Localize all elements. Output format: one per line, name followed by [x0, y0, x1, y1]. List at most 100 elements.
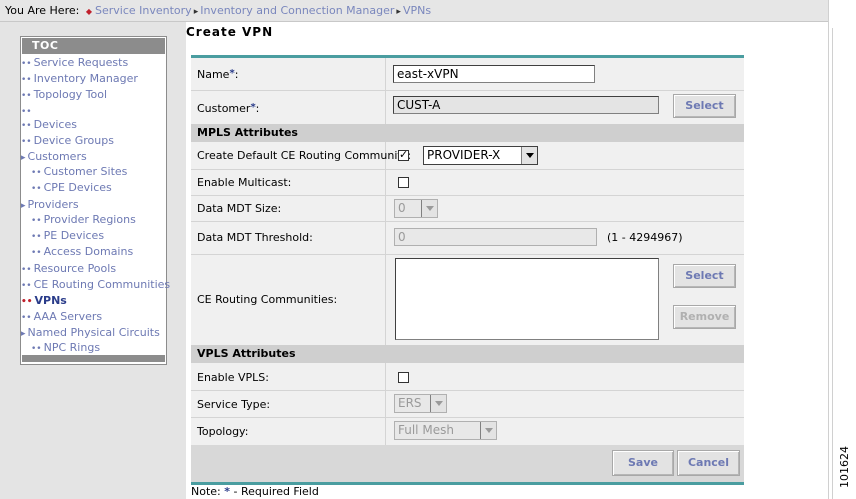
- breadcrumb-prefix: You Are Here:: [5, 4, 80, 17]
- breadcrumb-link-service-inventory[interactable]: Service Inventory: [95, 4, 192, 17]
- name-label: Name*:: [197, 68, 239, 81]
- toc-item-label: CPE Devices: [43, 181, 112, 194]
- toc-item-resource-pools[interactable]: •• Resource Pools: [21, 262, 116, 275]
- toc-item-vpns[interactable]: •• VPNs: [21, 294, 67, 307]
- ce-remove-button: Remove: [673, 305, 736, 329]
- toc-item-pe-devices[interactable]: •• PE Devices: [31, 229, 104, 242]
- service-type-value: ERS: [398, 396, 422, 410]
- bullet-icon: ••: [21, 313, 32, 323]
- toc-item-topology-tool[interactable]: •• Topology Tool: [21, 88, 107, 101]
- column-divider: [385, 58, 386, 90]
- toc-item-label: Device Groups: [33, 134, 114, 147]
- enable-vpls-checkbox[interactable]: [398, 372, 409, 383]
- toc-item-aaa-servers[interactable]: •• AAA Servers: [21, 310, 102, 323]
- enable-vpls-label: Enable VPLS:: [197, 371, 269, 384]
- bullet-icon: ••: [21, 107, 32, 117]
- toc-item-devices[interactable]: •• Devices: [21, 118, 77, 131]
- bullet-icon: ••: [21, 59, 32, 69]
- toc-item-customer-sites[interactable]: •• Customer Sites: [31, 165, 127, 178]
- toc-item-label: Customer Sites: [43, 165, 128, 178]
- expand-arrow-icon: ▸: [21, 329, 26, 339]
- multicast-checkbox[interactable]: [398, 177, 409, 188]
- toc-item-label: PE Devices: [43, 229, 105, 242]
- name-row: Name*: east-xVPN: [191, 58, 744, 91]
- topology-label: Topology:: [197, 425, 249, 438]
- mdt-threshold-label: Data MDT Threshold:: [197, 231, 313, 244]
- toc-item-ce-routing-communities[interactable]: •• CE Routing Communities: [21, 278, 170, 291]
- toc-item-label: CE Routing Communities: [33, 278, 171, 291]
- toc-item-label: Inventory Manager: [33, 72, 138, 85]
- breadcrumb-link-vpns[interactable]: VPNs: [403, 4, 431, 17]
- service-type-select: ERS: [394, 394, 447, 413]
- enable-vpls-row: Enable VPLS:: [191, 363, 744, 391]
- expand-arrow-icon: ▸: [21, 201, 26, 211]
- checkmark-icon: ✓: [399, 148, 409, 161]
- toc-panel: TOC •• Service Requests •• Inventory Manage…: [20, 36, 170, 365]
- note-prefix: Note:: [191, 485, 221, 498]
- required-star: *: [250, 102, 256, 113]
- column-divider: [385, 254, 386, 345]
- name-field[interactable]: east-xVPN: [393, 65, 595, 83]
- customer-field: CUST-A: [393, 96, 659, 114]
- toc-item-label: Named Physical Circuits: [27, 326, 160, 339]
- note-star: *: [224, 485, 231, 498]
- toc-item-access-domains[interactable]: •• Access Domains: [31, 245, 133, 258]
- toc-item-label: Customers: [27, 150, 87, 163]
- bullet-icon: ••: [21, 265, 32, 275]
- bullet-icon: ••: [21, 75, 32, 85]
- required-star: *: [229, 68, 235, 79]
- required-field-note: Note: * - Required Field: [191, 485, 319, 498]
- bullet-icon: ••: [21, 91, 32, 101]
- expand-arrow-icon: ▸: [21, 153, 26, 163]
- note-suffix: - Required Field: [233, 485, 319, 498]
- ce-routing-label: Create Default CE Routing Community:: [197, 149, 412, 162]
- bullet-icon: ••: [31, 248, 42, 258]
- toc-item-label: Service Requests: [33, 56, 129, 69]
- toc-item-label: Provider Regions: [43, 213, 136, 226]
- toc-item-named-physical-circuits[interactable]: ▸ Named Physical Circuits: [21, 326, 160, 339]
- breadcrumb-link-inventory-manager[interactable]: Inventory and Connection Manager: [200, 4, 394, 17]
- mdt-threshold-field: 0: [394, 228, 597, 246]
- bullet-icon: ••: [21, 137, 32, 147]
- mdt-threshold-row: Data MDT Threshold: 0 (1 - 4294967): [191, 221, 744, 255]
- chevron-down-icon: [430, 395, 446, 412]
- ce-select-button[interactable]: Select: [673, 264, 736, 288]
- column-divider: [385, 221, 386, 254]
- service-type-label: Service Type:: [197, 398, 271, 411]
- provider-select[interactable]: PROVIDER-X: [423, 146, 538, 165]
- toc-item-device-groups[interactable]: •• Device Groups: [21, 134, 114, 147]
- column-divider: [385, 195, 386, 221]
- customer-row: Customer*: CUST-A Select: [191, 90, 744, 125]
- ce-communities-row: CE Routing Communities: Select Remove: [191, 254, 744, 346]
- toc-item-npc-rings[interactable]: •• NPC Rings: [31, 341, 100, 354]
- toc-item-label: AAA Servers: [33, 310, 103, 323]
- toc-item-label: Devices: [33, 118, 77, 131]
- bullet-icon: ••: [31, 344, 42, 354]
- toc-item-blank[interactable]: ••: [21, 104, 34, 117]
- scrollbar-edge: [832, 28, 833, 499]
- toc-item-providers[interactable]: ▸ Providers: [21, 198, 79, 211]
- mdt-size-value: 0: [398, 201, 406, 215]
- save-button[interactable]: Save: [612, 450, 674, 476]
- ce-routing-checkbox[interactable]: ✓: [398, 148, 409, 161]
- name-label-text: Name: [197, 68, 230, 81]
- bullet-icon: ••: [31, 184, 42, 194]
- vpls-section-header: VPLS Attributes: [191, 345, 744, 363]
- provider-select-value: PROVIDER-X: [427, 148, 501, 162]
- window-divider: [828, 0, 829, 499]
- column-divider: [385, 90, 386, 124]
- toc-item-label: Topology Tool: [33, 88, 108, 101]
- mpls-section-title: MPLS Attributes: [197, 126, 298, 139]
- toc-item-cpe-devices[interactable]: •• CPE Devices: [31, 181, 112, 194]
- toc-item-service-requests[interactable]: •• Service Requests: [21, 56, 128, 69]
- customer-select-button[interactable]: Select: [673, 94, 736, 118]
- ce-communities-list[interactable]: [395, 258, 659, 340]
- bullet-icon: ••: [31, 232, 42, 242]
- breadcrumb-marker-icon: ◆: [85, 7, 92, 16]
- cancel-button[interactable]: Cancel: [677, 450, 740, 476]
- page-title: Create VPN: [186, 25, 274, 39]
- column-divider: [385, 417, 386, 445]
- toc-item-provider-regions[interactable]: •• Provider Regions: [31, 213, 136, 226]
- toc-item-customers[interactable]: ▸ Customers: [21, 150, 87, 163]
- toc-item-inventory-manager[interactable]: •• Inventory Manager: [21, 72, 138, 85]
